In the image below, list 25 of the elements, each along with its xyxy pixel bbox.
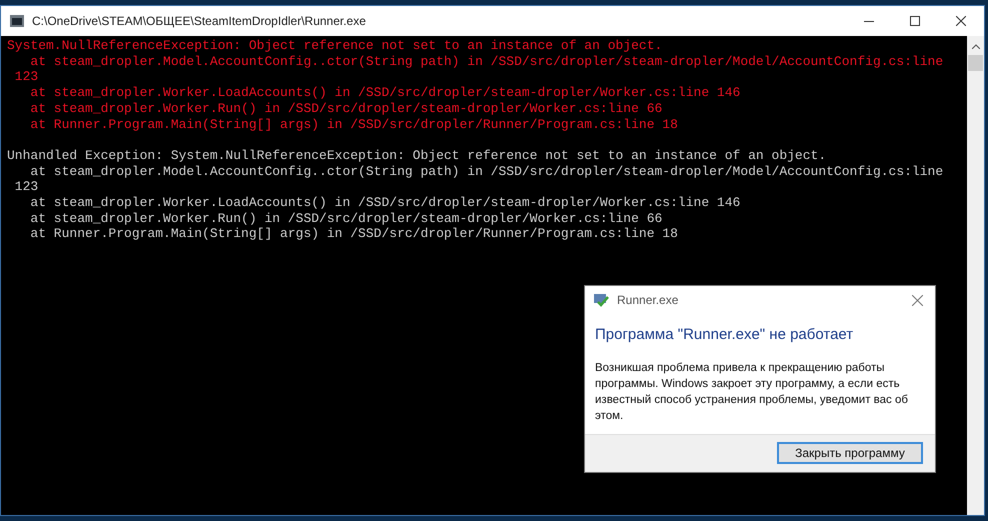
console-line: Unhandled Exception: System.NullReferenceException: Object reference not set to an instance of an object.	[7, 148, 826, 164]
scroll-up-icon[interactable]	[972, 44, 980, 49]
console-line: at steam_dropler.Worker.Run() in /SSD/src/dropler/steam-dropler/Worker.cs:line 66	[29, 100, 662, 117]
app-icon	[593, 293, 609, 307]
console-line: at steam_dropler.Model.AccountConfig..ctor(String path) in /SSD/src/dropler/steam-dropler/Model/AccountConfig.cs:line	[29, 54, 944, 70]
console-line: at steam_dropler.Model.AccountConfig..ctor(String path) in /SSD/src/dropler/steam-dropler/Model/AccountConfig.cs:line	[29, 164, 944, 180]
console-line: at steam_dropler.Worker.LoadAccounts() in /SSD/src/dropler/steam-dropler/Worker.cs:line 146	[29, 85, 740, 101]
close-icon	[912, 294, 922, 306]
console-line: System.NullReferenceException: Object reference not set to an instance of an object.	[7, 38, 662, 54]
console-line: 123	[14, 69, 38, 86]
dialog-heading: Программа "Runner.exe" не работает	[595, 325, 854, 345]
console-line: at Runner.Program.Main(String[] args) in /SSD/src/dropler/Runner/Program.cs:line 18	[29, 116, 678, 132]
maximize-icon	[910, 16, 920, 26]
console-line: at Runner.Program.Main(String[] args) in /SSD/src/dropler/Runner/Program.cs:line 18	[29, 226, 678, 242]
console-icon	[10, 15, 24, 27]
scroll-thumb[interactable]	[968, 55, 983, 71]
console-line: at steam_dropler.Worker.LoadAccounts() in /SSD/src/dropler/steam-dropler/Worker.cs:line 146	[29, 195, 740, 211]
close-program-button[interactable]: Закрыть программу	[777, 442, 923, 464]
window-title: C:\OneDrive\STEAM\ОБЩЕЕ\SteamItemDropIdler\Runner.exe	[32, 13, 366, 30]
close-icon	[956, 16, 966, 26]
minimize-icon	[864, 20, 874, 22]
dialog-title: Runner.exe	[617, 292, 678, 309]
console-line: at steam_dropler.Worker.Run() in /SSD/src/dropler/steam-dropler/Worker.cs:line 66	[29, 210, 662, 226]
console-line: 123	[14, 179, 38, 196]
dialog-message: Возникшая проблема привела к прекращению работы программы. Windows закроет эту программу, а если есть известный способ устранения проблемы, уведомит вас об этом.	[595, 360, 909, 424]
